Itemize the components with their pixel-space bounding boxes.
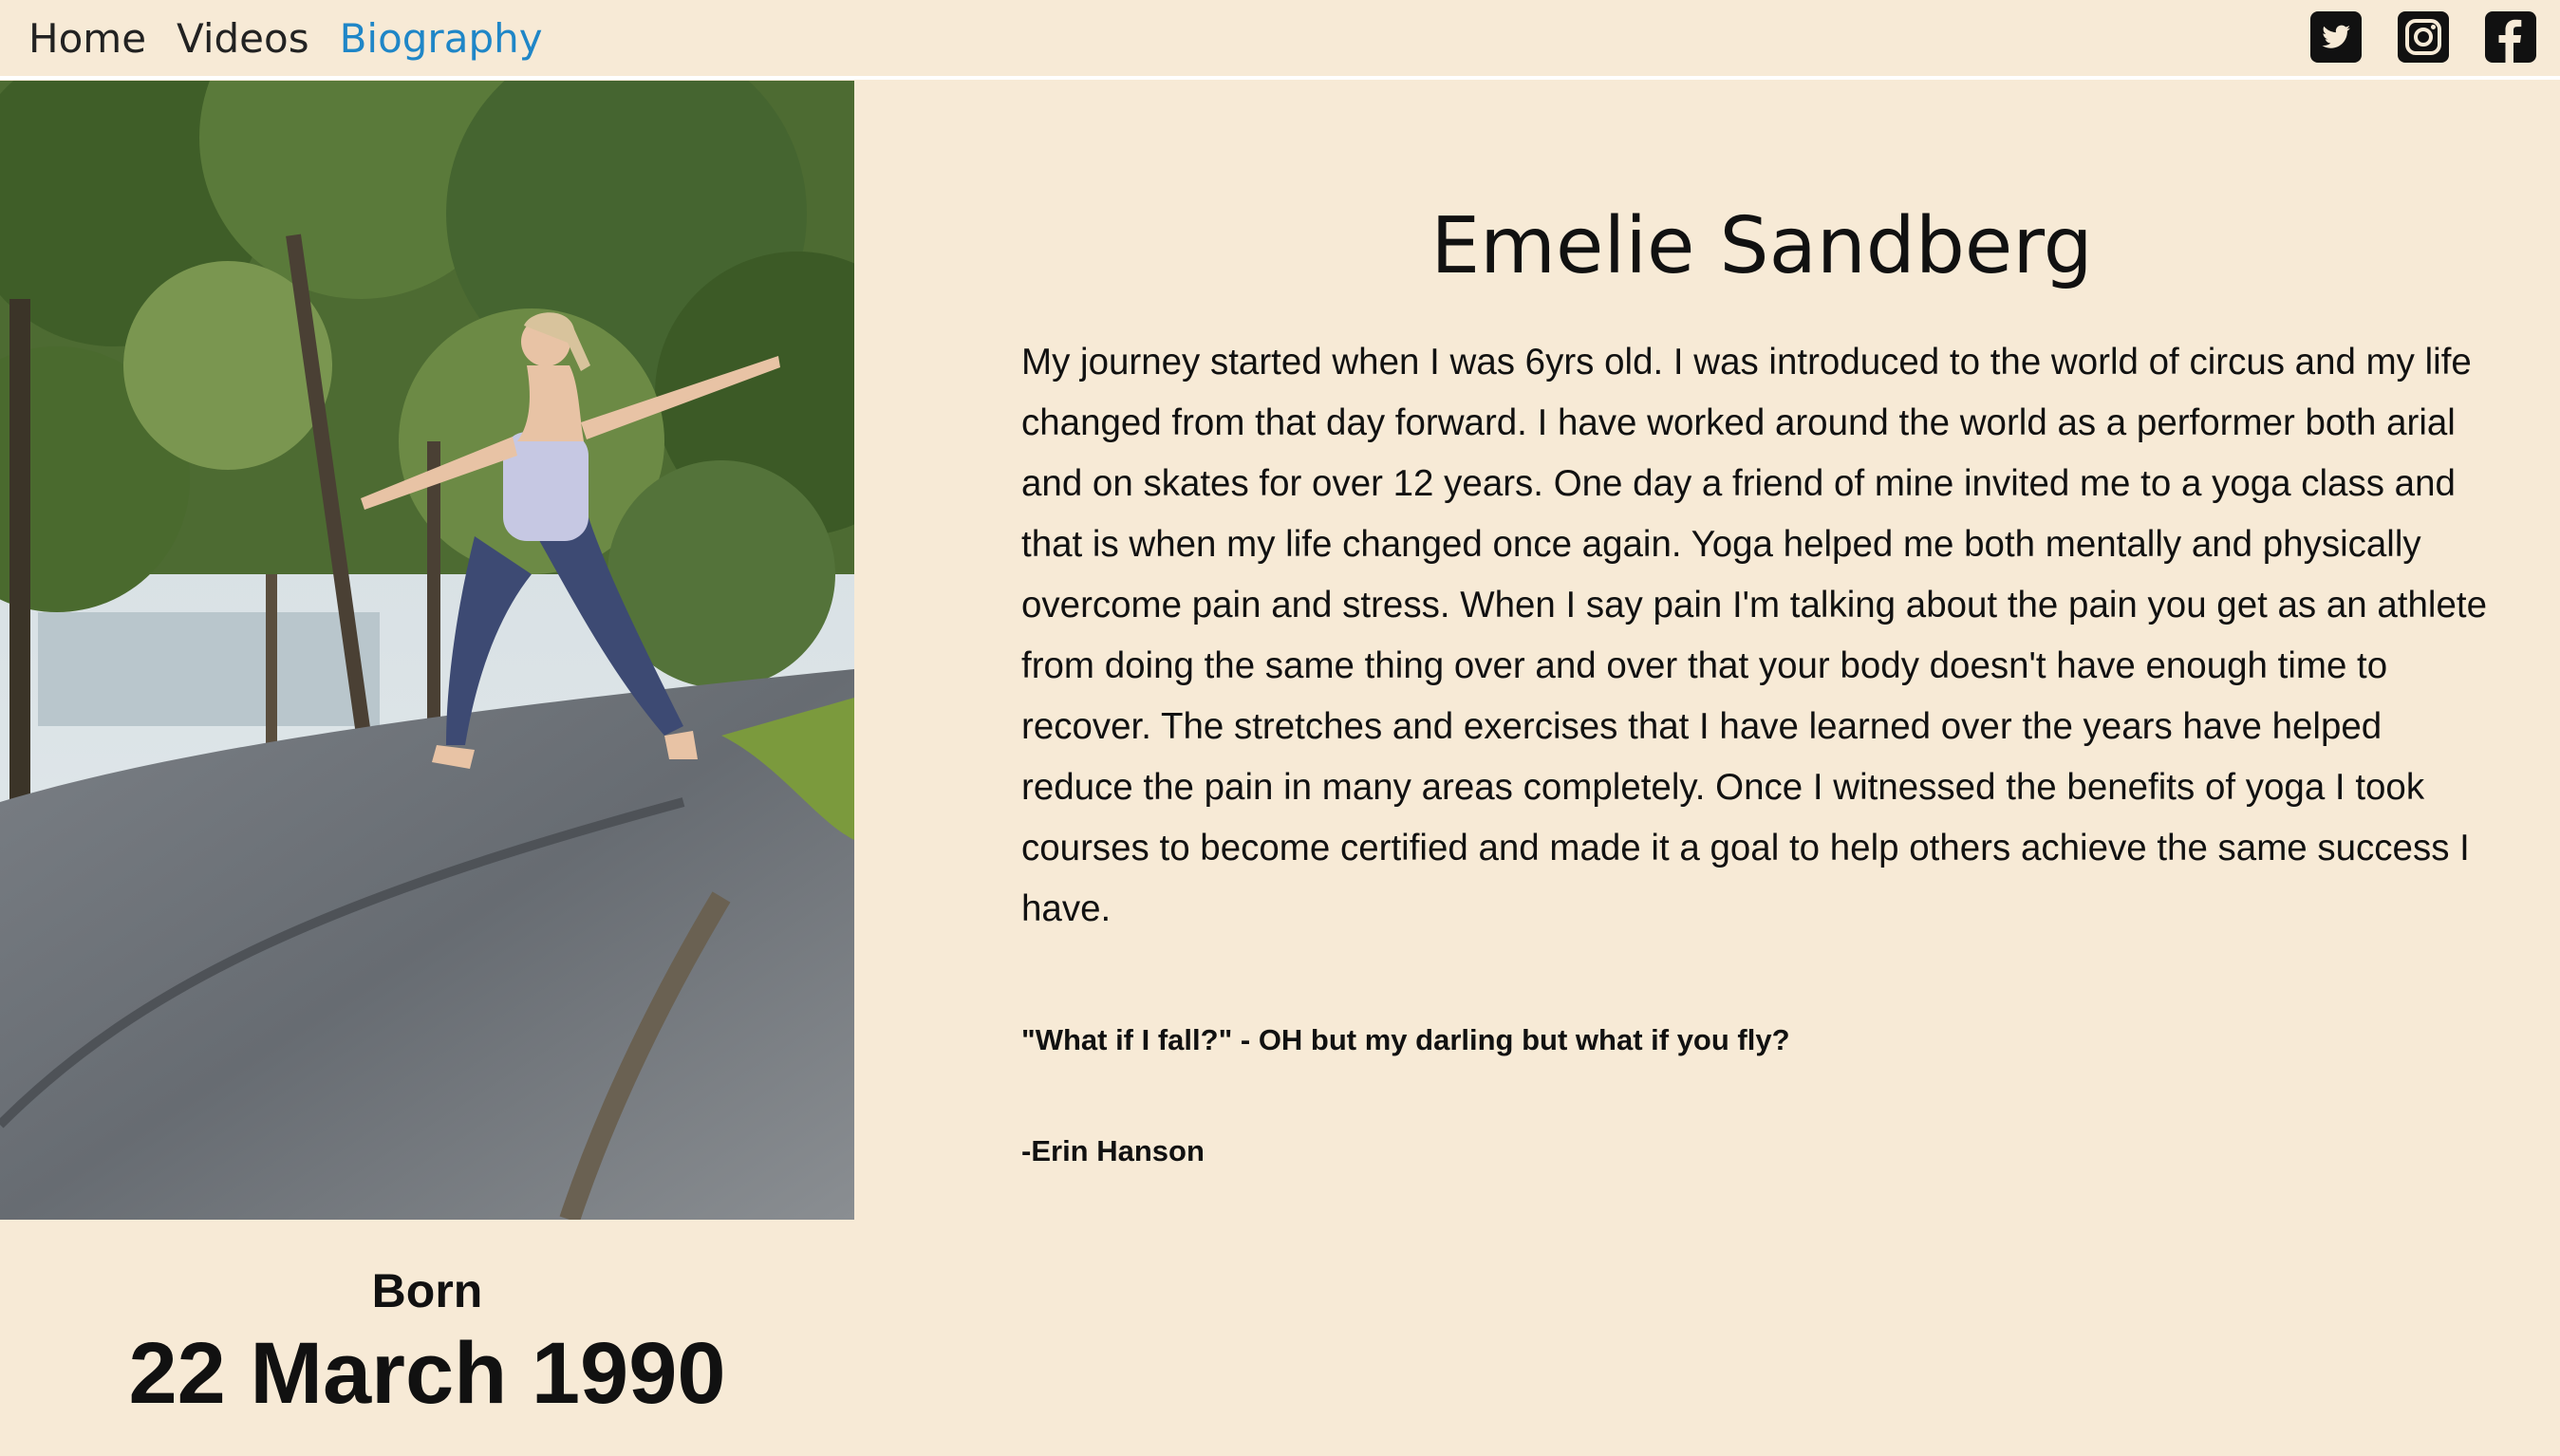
nav-link-home[interactable]: Home xyxy=(28,9,146,68)
social-links xyxy=(2310,11,2536,63)
nav-menu: Home Videos Biography xyxy=(28,9,543,68)
nav-link-videos[interactable]: Videos xyxy=(177,9,309,68)
born-label: Born xyxy=(371,1264,483,1317)
facebook-icon[interactable] xyxy=(2485,11,2536,63)
top-navbar: Home Videos Biography xyxy=(0,0,2560,80)
biography-text: My journey started when I was 6yrs old. … xyxy=(1021,342,2487,929)
quote-author: -Erin Hanson xyxy=(1021,1134,1205,1167)
instagram-icon[interactable] xyxy=(2398,11,2449,63)
biography-section: Emelie Sandberg My journey started when … xyxy=(1021,190,2502,1170)
born-block: Born 22 March 1990 xyxy=(0,1262,854,1424)
birth-date: 22 March 1990 xyxy=(128,1325,726,1422)
profile-photo xyxy=(0,81,854,1220)
twitter-icon[interactable] xyxy=(2310,11,2362,63)
quote-text: "What if I fall?" - OH but my darling bu… xyxy=(1021,1023,1790,1056)
page-title: Emelie Sandberg xyxy=(1430,201,2093,291)
nav-link-biography[interactable]: Biography xyxy=(340,9,543,68)
